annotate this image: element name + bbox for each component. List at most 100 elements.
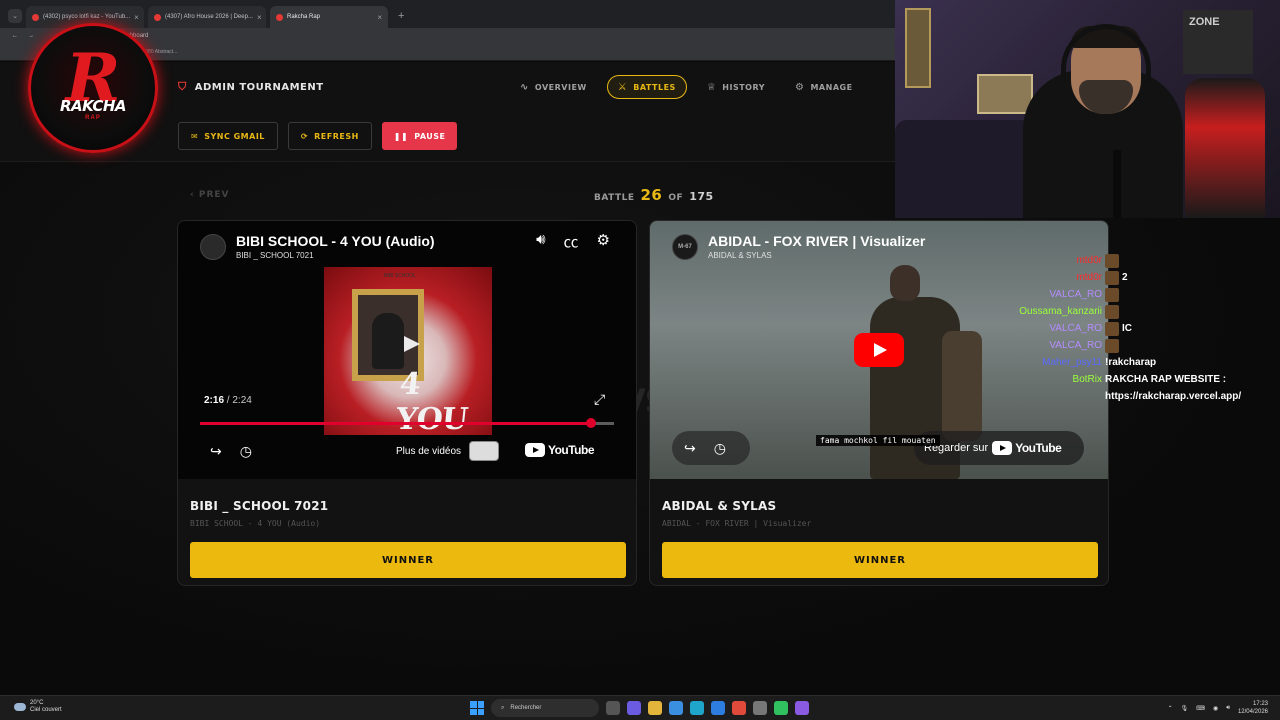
language-icon[interactable]: ⌨ bbox=[1196, 705, 1205, 712]
spotify-icon[interactable] bbox=[774, 701, 788, 715]
logo-sub: RAP bbox=[85, 115, 101, 121]
close-tab-icon[interactable]: × bbox=[257, 13, 262, 22]
captions-icon[interactable]: ㏄ bbox=[564, 231, 579, 252]
chat-badge-icon bbox=[1105, 287, 1119, 302]
nav-manage[interactable]: ⚙ MANAGE bbox=[785, 75, 863, 99]
share-icon[interactable]: ↪ bbox=[210, 443, 222, 460]
browser-tab-3[interactable]: Rakcha Rap × bbox=[270, 6, 388, 28]
volume-tray-icon[interactable]: 🔊︎ bbox=[1226, 705, 1230, 712]
wall-poster: ZONE bbox=[1183, 10, 1253, 74]
cloud-icon bbox=[14, 703, 26, 711]
winner-button-right[interactable]: WINNER bbox=[662, 542, 1098, 578]
rakcha-favicon-icon bbox=[276, 13, 283, 21]
admin-title: ⛉ ADMIN TOURNAMENT bbox=[178, 80, 324, 94]
nav-manage-label: MANAGE bbox=[810, 82, 853, 92]
pause-button[interactable]: ❚❚ PAUSE bbox=[381, 122, 458, 150]
browser-tabbar: ⌄ (4302) psyco lotfi kaz - YouTub... × (… bbox=[0, 0, 895, 28]
fullscreen-icon[interactable]: ⤢ bbox=[594, 391, 605, 408]
chat-badge-icon bbox=[1105, 321, 1119, 336]
discord-icon[interactable] bbox=[795, 701, 809, 715]
battle-total: 175 bbox=[689, 190, 714, 203]
settings-icon[interactable]: ⚙ bbox=[597, 231, 610, 252]
video-header: BIBI SCHOOL - 4 YOU (Audio) BIBI _ SCHOO… bbox=[200, 233, 435, 260]
chat-username[interactable]: BotRix bbox=[1000, 371, 1102, 388]
chat-username[interactable]: mtd0r bbox=[1000, 252, 1102, 269]
nav-battles-label: BATTLES bbox=[633, 82, 676, 92]
weather-widget[interactable]: 20°C Ciel couvert bbox=[14, 700, 62, 714]
winner-button-left[interactable]: WINNER bbox=[190, 542, 626, 578]
edge-icon[interactable] bbox=[690, 701, 704, 715]
chat-username[interactable]: Maher_psy11 bbox=[1000, 354, 1102, 371]
play-icon[interactable] bbox=[396, 331, 422, 357]
activity-icon: ∿ bbox=[520, 81, 529, 93]
youtube-favicon-icon bbox=[32, 13, 39, 21]
file-explorer-icon[interactable] bbox=[648, 701, 662, 715]
chat-username[interactable]: VALCA_RO bbox=[1000, 286, 1102, 303]
task-view-icon[interactable] bbox=[606, 701, 620, 715]
search-icon: ⌕ bbox=[501, 704, 505, 711]
chat-username[interactable]: mtd0r bbox=[1000, 269, 1102, 286]
mic-icon[interactable]: 🎙︎ bbox=[1181, 705, 1189, 712]
refresh-button[interactable]: ⟳ REFRESH bbox=[287, 122, 372, 150]
forward-icon[interactable]: → bbox=[28, 33, 34, 39]
nav-battles[interactable]: ⚔ BATTLES bbox=[606, 75, 687, 99]
watch-later-icon[interactable]: ◷ bbox=[714, 440, 726, 457]
youtube-logo[interactable]: YouTube bbox=[524, 443, 595, 457]
new-tab-button[interactable]: + bbox=[398, 10, 404, 22]
nav-overview-label: OVERVIEW bbox=[534, 82, 587, 92]
chat-username[interactable]: Oussama_kanzarii bbox=[1000, 303, 1102, 320]
battle-of: OF bbox=[668, 193, 684, 203]
refresh-icon: ⟳ bbox=[300, 131, 309, 141]
chat-username[interactable]: VALCA_RO bbox=[1000, 337, 1102, 354]
video-controls-top: 🔊︎ ㏄ ⚙ bbox=[536, 231, 610, 252]
share-icon[interactable]: ↪ bbox=[684, 440, 696, 457]
prev-button[interactable]: ‹ PREV bbox=[190, 190, 229, 200]
youtube-label: YouTube bbox=[1015, 441, 1062, 455]
card-info: ABIDAL & SYLAS ABIDAL - FOX RIVER | Visu… bbox=[650, 479, 1108, 578]
mail-icon: ✉ bbox=[191, 131, 199, 141]
sync-gmail-label: SYNC GMAIL bbox=[204, 131, 265, 141]
video-title[interactable]: BIBI SCHOOL - 4 YOU (Audio) bbox=[236, 233, 435, 249]
nav-history[interactable]: ♕ HISTORY bbox=[697, 75, 775, 99]
channel-avatar[interactable]: M-67 bbox=[672, 233, 698, 260]
channel-avatar[interactable] bbox=[200, 233, 226, 260]
progress-knob[interactable] bbox=[585, 418, 596, 428]
chat-username[interactable]: VALCA_RO bbox=[1000, 320, 1102, 337]
taskbar-search[interactable]: ⌕ Rechercher bbox=[491, 699, 599, 717]
video-player-left[interactable]: BIBI SCHOOL 4 YOU BIBI SCHOOL - 4 YOU (A… bbox=[178, 221, 636, 479]
teams-icon[interactable] bbox=[627, 701, 641, 715]
person-head bbox=[890, 265, 920, 301]
microphone-arm bbox=[1113, 150, 1121, 218]
shield-icon: ⛉ bbox=[178, 80, 187, 93]
youtube-label: YouTube bbox=[547, 443, 595, 457]
close-tab-icon[interactable]: × bbox=[134, 13, 139, 22]
channel-name[interactable]: BIBI _ SCHOOL 7021 bbox=[236, 251, 435, 260]
network-icon[interactable]: ◉ bbox=[1213, 705, 1218, 712]
store-icon[interactable] bbox=[669, 701, 683, 715]
youtube-play-button[interactable] bbox=[854, 333, 904, 367]
app-icon[interactable] bbox=[753, 701, 767, 715]
watch-later-icon[interactable]: ◷ bbox=[240, 443, 252, 460]
sync-gmail-button[interactable]: ✉ SYNC GMAIL bbox=[178, 122, 278, 150]
nav-overview[interactable]: ∿ OVERVIEW bbox=[510, 75, 597, 99]
chrome-icon[interactable] bbox=[732, 701, 746, 715]
video-title[interactable]: ABIDAL - FOX RIVER | Visualizer bbox=[708, 233, 925, 249]
progress-bar[interactable] bbox=[200, 418, 614, 428]
artist-name: ABIDAL & SYLAS bbox=[662, 499, 777, 513]
more-videos-button[interactable]: Plus de vidéos bbox=[396, 441, 500, 461]
volume-icon[interactable]: 🔊︎ bbox=[536, 231, 545, 252]
tab-search-button[interactable]: ⌄ bbox=[8, 9, 22, 23]
video-controls-bottom: ↪ ◷ bbox=[672, 431, 750, 465]
channel-name[interactable]: ABIDAL & SYLAS bbox=[708, 251, 925, 260]
windows-start-icon[interactable] bbox=[470, 701, 484, 715]
back-icon[interactable]: ← bbox=[12, 33, 18, 39]
browser-tab-2[interactable]: (4307) Afro House 2026 | Deep... × bbox=[148, 6, 266, 28]
close-tab-icon[interactable]: × bbox=[377, 13, 382, 22]
clock[interactable]: 17:23 12/04/2026 bbox=[1238, 700, 1268, 716]
chevron-up-icon[interactable]: ⌃ bbox=[1168, 705, 1173, 712]
tab-label: (4302) psyco lotfi kaz - YouTub... bbox=[43, 14, 131, 20]
action-bar: ✉ SYNC GMAIL ⟳ REFRESH ❚❚ PAUSE bbox=[178, 122, 458, 150]
chat-badge-icon bbox=[1105, 338, 1119, 353]
video-header: M-67 ABIDAL - FOX RIVER | Visualizer ABI… bbox=[672, 233, 925, 260]
mail-app-icon[interactable] bbox=[711, 701, 725, 715]
